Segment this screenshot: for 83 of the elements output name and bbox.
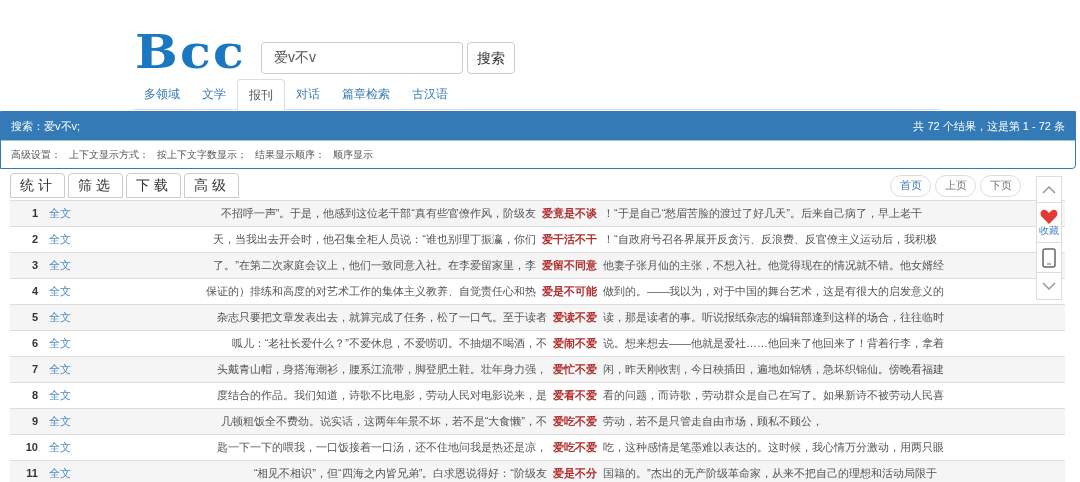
tab[interactable]: 报刊 xyxy=(237,79,285,110)
right-context: 看的问题，而诗歌，劳动群众是自己在写了。如果新诗不被劳动人民喜 xyxy=(603,389,944,402)
left-context: 杂志只要把文章发表出去，就算完成了任务，松了一口气。至于读者 xyxy=(217,311,547,324)
logo: Bcc xyxy=(135,30,245,74)
chevron-down-icon[interactable] xyxy=(1042,282,1056,290)
settings-text: 结果显示顺序： xyxy=(255,148,325,162)
heart-icon[interactable] xyxy=(1040,208,1058,225)
right-context: 吃，这种感情是笔墨难以表达的。这时候，我心情万分激动，用两只眼 xyxy=(603,441,944,454)
tab[interactable]: 多领域 xyxy=(133,79,191,110)
row-number: 3 xyxy=(30,258,38,274)
page-button[interactable]: 上页 xyxy=(935,174,976,197)
left-context: 天，当我出去开会时，他召集全柜人员说：“谁也别理丁振瀛，你们 xyxy=(213,233,536,246)
row-number: 11 xyxy=(25,466,38,482)
full-text-link[interactable]: 全文 xyxy=(49,465,89,482)
search-button[interactable]: 搜索 xyxy=(467,42,515,74)
full-text-link[interactable]: 全文 xyxy=(49,387,89,404)
settings-text: 顺序显示 xyxy=(333,148,373,162)
keyword: 爱读不爱 xyxy=(552,310,598,326)
right-context: 国籍的。”杰出的无产阶级革命家，从来不把自己的理想和活动局限于 xyxy=(603,467,937,480)
full-text-link[interactable]: 全文 xyxy=(49,231,89,248)
right-context: 他妻子张月仙的主张，不想入社。他觉得现在的情况就不错。他女婿经 xyxy=(603,259,944,272)
settings-text: 高级设置： xyxy=(11,148,61,162)
row-number: 5 xyxy=(30,310,38,326)
toolbar-button[interactable]: 筛选 xyxy=(68,173,123,198)
toolbar-button[interactable]: 下载 xyxy=(126,173,181,198)
left-context: 保证的）排练和高度的对艺术工作的集体主义教养、自觉责任心和热 xyxy=(206,285,536,298)
page-button[interactable]: 首页 xyxy=(890,174,931,197)
tab[interactable]: 古汉语 xyxy=(401,79,459,110)
left-context: “相见不相识”，但“四海之内皆兄弟”。白求恩说得好：“阶级友 xyxy=(253,467,547,480)
toolbar-button[interactable]: 统计 xyxy=(10,173,65,198)
favorite-label[interactable]: 收藏 xyxy=(1039,224,1059,237)
tablet-icon[interactable] xyxy=(1042,247,1056,268)
right-context: ！“自政府号召各界展开反贪污、反浪费、反官僚主义运动后，我积极 xyxy=(603,233,937,246)
keyword: 爱看不爱 xyxy=(552,388,598,404)
row-number: 8 xyxy=(30,388,38,404)
settings-text: 按上下文字数显示； xyxy=(157,148,247,162)
result-count: 共 72 个结果，这是第 1 - 72 条 xyxy=(913,118,1065,134)
row-number: 6 xyxy=(30,336,38,352)
full-text-link[interactable]: 全文 xyxy=(49,257,89,274)
page-button[interactable]: 下页 xyxy=(980,174,1021,197)
row-number: 10 xyxy=(24,440,38,456)
settings-text: 上下文显示方式： xyxy=(69,148,149,162)
keyword: 爱是不可能 xyxy=(541,284,598,300)
row-number: 7 xyxy=(30,362,38,378)
query-text: 搜索：爱v不v; xyxy=(11,118,81,134)
keyword: 爱忙不爱 xyxy=(552,362,598,378)
full-text-link[interactable]: 全文 xyxy=(49,361,89,378)
chevron-up-icon[interactable] xyxy=(1042,185,1056,194)
search-field[interactable]: 爱v不v xyxy=(261,42,463,74)
keyword: 爱干活不干 xyxy=(541,232,598,248)
keyword: 爱吃不爱 xyxy=(552,440,598,456)
keyword: 爱竟是不谈 xyxy=(541,206,598,222)
left-context: 了。”在第二次家庭会议上，他们一致同意入社。在李爱留家里，李 xyxy=(213,259,536,272)
tab[interactable]: 文学 xyxy=(191,79,237,110)
right-context: ！“于是自己“愁眉苦脸的渡过了好几天”。后来自己病了，早上老干 xyxy=(603,207,922,220)
full-text-link[interactable]: 全文 xyxy=(49,205,89,222)
right-context: 做到的。——我以为，对于中国的舞台艺术，这是有很大的启发意义的 xyxy=(603,285,944,298)
keyword: 爱吃不爱 xyxy=(552,414,598,430)
row-number: 9 xyxy=(30,414,38,430)
row-number: 2 xyxy=(30,232,38,248)
right-context: 劳动，若不是只管走自由市场，顾私不顾公， xyxy=(603,415,823,428)
right-context: 读，那是读者的事。听说报纸杂志的编辑部逢到这样的场合，往往临时 xyxy=(603,311,944,324)
tab[interactable]: 对话 xyxy=(285,79,331,110)
left-context: 呱儿：“老社长爱什么？”不爱休息，不爱唠叨。不抽烟不喝酒，不 xyxy=(231,337,547,350)
full-text-link[interactable]: 全文 xyxy=(49,413,89,430)
right-context: 说。想来想去——他就是爱社……他回来了他回来了！背着行李，拿着 xyxy=(603,337,944,350)
full-text-link[interactable]: 全文 xyxy=(49,335,89,352)
left-context: 不招呼一声”。于是，他感到这位老干部“真有些官僚作风，阶级友 xyxy=(220,207,536,220)
full-text-link[interactable]: 全文 xyxy=(49,439,89,456)
tab[interactable]: 篇章检索 xyxy=(331,79,401,110)
keyword: 爱是不分 xyxy=(552,466,598,482)
toolbar-button[interactable]: 高级 xyxy=(184,173,239,198)
left-context: 匙一下一下的喂我，一口饭接着一口汤，还不住地问我是热还是凉， xyxy=(217,441,547,454)
full-text-link[interactable]: 全文 xyxy=(49,309,89,326)
full-text-link[interactable]: 全文 xyxy=(49,283,89,300)
left-context: 度结合的作品。我们知道，诗歌不比电影，劳动人民对电影说来，是 xyxy=(217,389,547,402)
row-number: 1 xyxy=(30,206,38,222)
left-context: 头戴青山帽，身搭海潮衫，腰系江流带，脚登肥土鞋。壮年身力强， xyxy=(217,363,547,376)
keyword: 爱闹不爱 xyxy=(552,336,598,352)
right-context: 闲，昨天刚收割，今日秧插田，遍地如锦锈，急坏织锦仙。傍晚看福建 xyxy=(603,363,944,376)
row-number: 4 xyxy=(30,284,38,300)
keyword: 爱留不同意 xyxy=(541,258,598,274)
left-context: 几顿粗饭全不费劲。说实话，这两年年景不坏，若不是“大食懒”，不 xyxy=(220,415,547,428)
